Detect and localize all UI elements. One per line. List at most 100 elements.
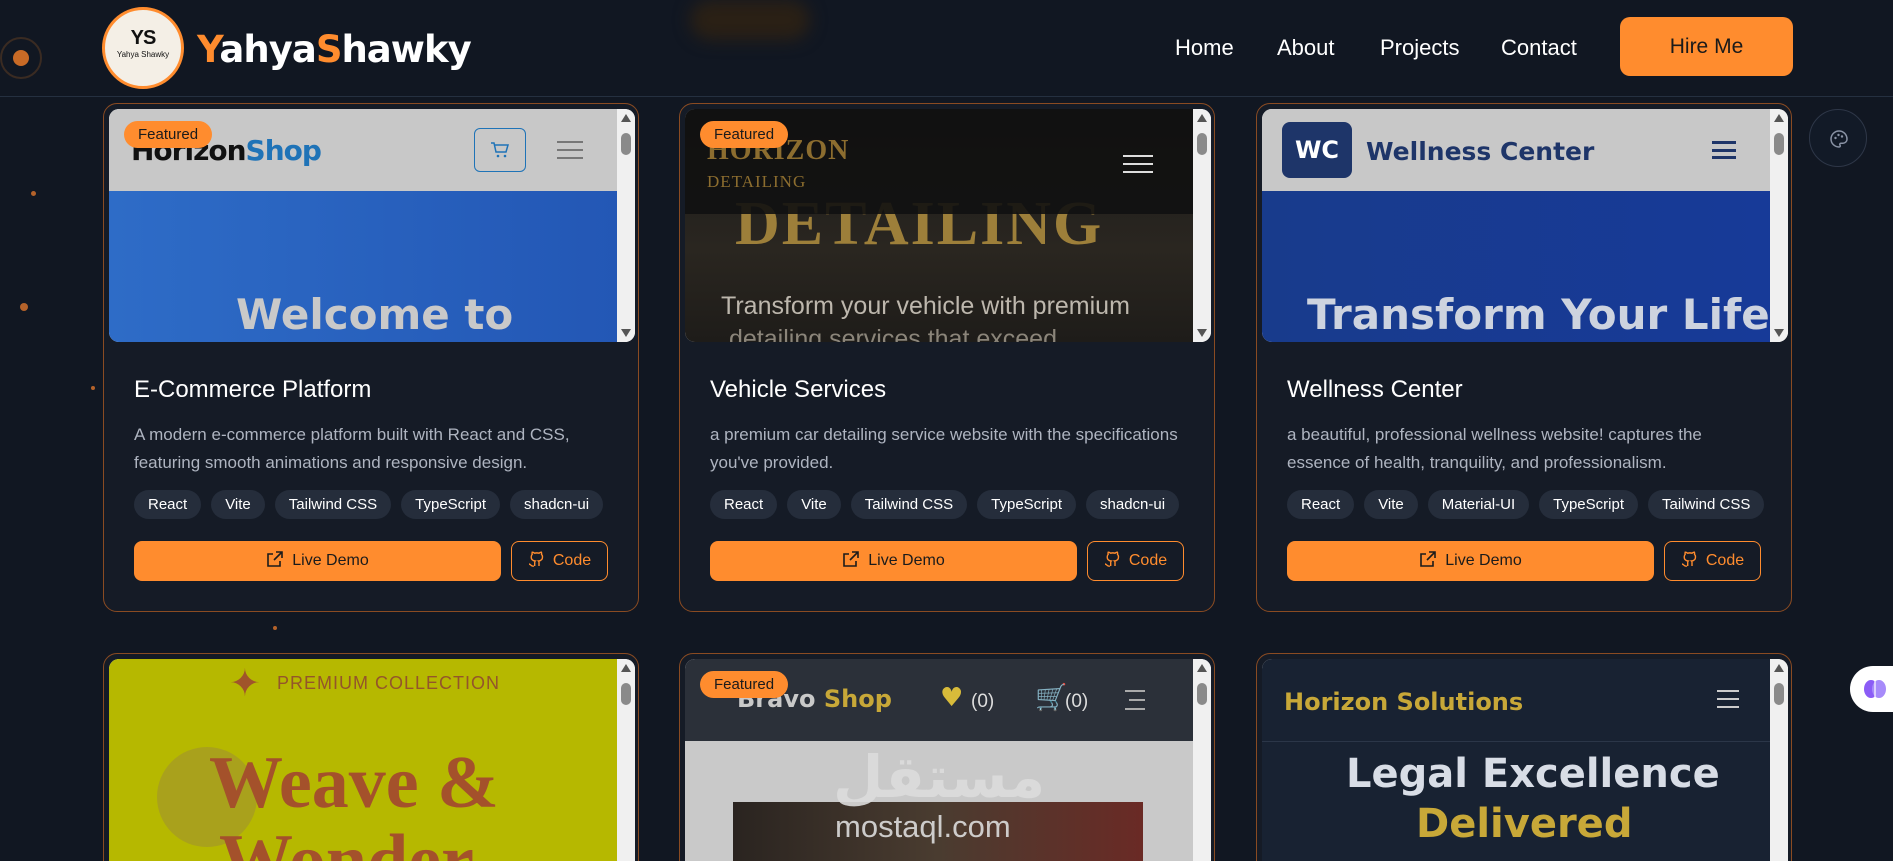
watermark-arabic: مستقل	[833, 743, 1046, 811]
preview-kicker: PREMIUM COLLECTION	[277, 673, 501, 693]
menu-icon	[1717, 690, 1739, 708]
preview-logo-sub: DETAILING	[707, 172, 807, 191]
nav-projects[interactable]: Projects	[1380, 35, 1459, 61]
tech-tag: Vite	[1364, 490, 1418, 519]
cart-count: (0)	[1065, 691, 1089, 712]
preview-subtitle-2: detailing services that exceed	[729, 325, 1057, 342]
preview-hero: Weave &	[209, 742, 499, 824]
decor-dot	[20, 303, 28, 311]
preview-scrollbar[interactable]	[617, 109, 635, 342]
brand-wordmark[interactable]: YahyaShawky	[197, 28, 472, 71]
site-header: YS Yahya Shawky YahyaShawky Home About P…	[0, 0, 1893, 97]
project-card: Bravo Shop ♥ (0) 🛒 (0) مستقل mostaql.com…	[679, 653, 1215, 861]
tech-tag: TypeScript	[977, 490, 1077, 519]
menu-icon	[1712, 141, 1736, 159]
preview-scrollbar[interactable]	[1193, 109, 1211, 342]
project-description: a beautiful, professional wellness websi…	[1287, 425, 1702, 472]
palette-icon	[1830, 130, 1848, 148]
logo-subtitle: Yahya Shawky	[116, 50, 170, 59]
preview-logo-box: WC	[1282, 122, 1352, 178]
preview-hero: Transform Your Life	[1262, 191, 1770, 342]
live-demo-button[interactable]: Live Demo	[710, 541, 1077, 581]
cart-icon: 🛒	[1035, 683, 1068, 713]
menu-icon	[557, 141, 583, 159]
featured-badge: Featured	[124, 121, 213, 148]
tech-tag: Vite	[787, 490, 841, 519]
tech-tag: shadcn-ui	[1086, 490, 1180, 519]
tech-tag: Tailwind CSS	[1648, 490, 1765, 519]
preview-logo: Horizon Solutions	[1284, 688, 1524, 716]
preview-logo: Wellness Center	[1366, 137, 1595, 166]
tech-tag: shadcn-ui	[510, 490, 604, 519]
nav-home[interactable]: Home	[1175, 35, 1234, 61]
project-card: HorizonShop Welcome to Featured E-Commer…	[103, 103, 639, 612]
live-demo-button[interactable]: Live Demo	[134, 541, 501, 581]
project-title: Wellness Center	[1287, 376, 1463, 403]
cart-icon	[474, 128, 526, 172]
live-demo-button[interactable]: Live Demo	[1287, 541, 1654, 581]
tech-tag: TypeScript	[401, 490, 501, 519]
project-preview[interactable]: WC Wellness Center Transform Your Life	[1262, 109, 1788, 342]
code-button[interactable]: Code	[511, 541, 608, 581]
github-icon	[528, 551, 544, 567]
project-description: a premium car detailing service website …	[710, 425, 1178, 472]
tech-tags: React Vite Tailwind CSS TypeScript shadc…	[134, 490, 604, 519]
preview-hero-2: Delivered	[1416, 801, 1633, 847]
code-button[interactable]: Code	[1664, 541, 1761, 581]
github-icon	[1104, 551, 1120, 567]
project-title: Vehicle Services	[710, 376, 887, 403]
cursor-indicator	[0, 37, 42, 79]
preview-hero: Welcome to	[109, 191, 617, 342]
tech-tag: Tailwind CSS	[274, 490, 392, 519]
decor-dot	[273, 626, 277, 630]
header-glow	[690, 0, 810, 40]
decor-dot	[31, 191, 36, 196]
wishlist-count: (0)	[971, 691, 995, 712]
tech-tag: Material-UI	[1427, 490, 1530, 519]
heart-icon: ♥	[940, 683, 964, 713]
menu-icon	[1125, 690, 1145, 710]
preview-subtitle: Transform your vehicle with premium	[721, 292, 1130, 320]
theme-palette-button[interactable]	[1809, 109, 1867, 167]
project-preview[interactable]: ✦ PREMIUM COLLECTION Weave & Wonder	[109, 659, 635, 861]
tech-tags: React Vite Material-UI TypeScript Tailwi…	[1287, 490, 1765, 519]
tech-tags: React Vite Tailwind CSS TypeScript shadc…	[710, 490, 1180, 519]
sparkle-icon: ✦	[229, 661, 261, 705]
external-link-icon	[1420, 551, 1437, 567]
preview-hero: Legal Excellence	[1346, 751, 1720, 797]
logo-initials: YS	[130, 27, 157, 49]
tech-tag: React	[134, 490, 202, 519]
project-title: E-Commerce Platform	[134, 376, 372, 403]
tech-tag: React	[1287, 490, 1355, 519]
decor-dot	[91, 386, 95, 390]
code-button[interactable]: Code	[1087, 541, 1184, 581]
project-card: WC Wellness Center Transform Your Life W…	[1256, 103, 1792, 612]
tech-tag: React	[710, 490, 778, 519]
menu-icon	[1123, 155, 1153, 173]
logo-badge[interactable]: YS Yahya Shawky	[102, 7, 184, 89]
external-link-icon	[843, 551, 860, 567]
preview-scrollbar[interactable]	[1193, 659, 1211, 861]
ai-assistant-button[interactable]	[1850, 666, 1893, 712]
tech-tag: Tailwind CSS	[850, 490, 968, 519]
hire-me-button[interactable]: Hire Me	[1620, 17, 1793, 76]
preview-hero-2: Wonder	[219, 820, 474, 861]
github-icon	[1681, 551, 1697, 567]
nav-contact[interactable]: Contact	[1501, 35, 1577, 61]
featured-badge: Featured	[700, 671, 789, 698]
external-link-icon	[267, 551, 284, 567]
nav-about[interactable]: About	[1277, 35, 1335, 61]
preview-scrollbar[interactable]	[1770, 109, 1788, 342]
preview-scrollbar[interactable]	[617, 659, 635, 861]
tech-tag: TypeScript	[1539, 490, 1638, 519]
featured-badge: Featured	[700, 121, 789, 148]
project-card: DETAILING HORIZON DETAILING Transform yo…	[679, 103, 1215, 612]
project-preview[interactable]: Horizon Solutions Legal Excellence Deliv…	[1262, 659, 1788, 861]
project-card: Horizon Solutions Legal Excellence Deliv…	[1256, 653, 1792, 861]
preview-scrollbar[interactable]	[1770, 659, 1788, 861]
watermark: mostaql.com	[835, 809, 1011, 844]
tech-tag: Vite	[211, 490, 265, 519]
brain-icon	[1864, 680, 1886, 698]
project-card: ✦ PREMIUM COLLECTION Weave & Wonder	[103, 653, 639, 861]
project-description: A modern e-commerce platform built with …	[134, 425, 570, 472]
